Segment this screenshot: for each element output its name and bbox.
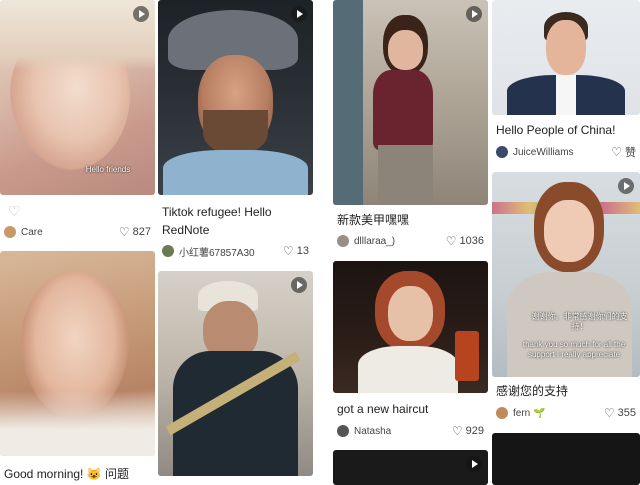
post-7-thumbnail[interactable] (333, 261, 488, 393)
post-2-like-count: 13 (296, 245, 309, 257)
post-5-title[interactable]: Good morning! 😺 问题 (4, 465, 151, 483)
avatar[interactable] (496, 407, 508, 419)
play-icon (466, 6, 482, 22)
post-1-username[interactable]: Care (21, 227, 119, 238)
post-3-like-count: 1036 (459, 235, 484, 247)
post-3-like-button[interactable]: ♡ 1036 (446, 234, 484, 248)
post-3-meta: dlllaraa_) ♡ 1036 (337, 233, 484, 249)
play-icon (618, 178, 634, 194)
post-7-like-button[interactable]: ♡ 929 (452, 424, 484, 438)
post-7-title[interactable]: got a new haircut (337, 400, 484, 418)
post-1-thumbnail[interactable]: Hello friends (0, 0, 155, 195)
post-7-meta: Natasha ♡ 929 (337, 423, 484, 439)
post-4-thumbnail[interactable] (492, 0, 640, 115)
feed-column-3: 新款美甲嘿嘿 dlllaraa_) ♡ 1036 got a new haircu… (333, 0, 488, 485)
post-1-overlay-caption: Hello friends (85, 165, 131, 174)
post-4-title[interactable]: Hello People of China! (496, 121, 636, 139)
heart-icon: ♡ (451, 424, 463, 438)
post-3-username[interactable]: dlllaraa_) (354, 236, 446, 247)
post-2-like-button[interactable]: ♡ 13 (283, 244, 309, 258)
post-4-username[interactable]: JuiceWilliams (513, 147, 611, 158)
post-1-like-button[interactable]: ♡ 827 (119, 225, 151, 239)
heart-icon: ♡ (603, 406, 615, 420)
play-icon (291, 277, 307, 293)
avatar[interactable] (496, 146, 508, 158)
post-4-meta: JuiceWilliams ♡ 赞 (496, 144, 636, 160)
post-9-thumbnail[interactable] (333, 450, 488, 485)
post-8-like-button[interactable]: ♡ 355 (604, 406, 636, 420)
post-7-username[interactable]: Natasha (354, 426, 452, 437)
post-8-overlay-caption-en: thank you so much for all the support I … (522, 340, 626, 359)
post-4-like-label: 赞 (625, 147, 636, 159)
avatar[interactable] (162, 245, 174, 257)
post-8-like-count: 355 (617, 407, 636, 419)
feed-column-4: Hello People of China! JuiceWilliams ♡ 赞 … (492, 0, 640, 485)
feed-column-1: Hello friends ♡ Care ♡ 827 Good morning! … (0, 0, 155, 485)
heart-icon: ♡ (445, 234, 457, 248)
play-icon (291, 6, 307, 22)
post-6-thumbnail[interactable] (158, 271, 313, 476)
post-3-title[interactable]: 新款美甲嘿嘿 (337, 211, 484, 229)
heart-icon: ♡ (118, 225, 130, 239)
post-3-thumbnail[interactable] (333, 0, 488, 205)
post-8-thumbnail[interactable]: 谢谢你。非常感谢你们的支持！ thank you so much for all… (492, 172, 640, 377)
post-7-like-count: 929 (465, 425, 484, 437)
feed-column-2: Tiktok refugee! Hello RedNote 小红薯67857A3… (158, 0, 313, 485)
post-5-thumbnail[interactable] (0, 251, 155, 456)
heart-icon: ♡ (611, 145, 622, 159)
avatar[interactable] (4, 226, 16, 238)
heart-icon: ♡ (282, 244, 294, 258)
post-4-like-button[interactable]: ♡ 赞 (611, 144, 636, 160)
post-8-username[interactable]: fern 🌱 (513, 408, 604, 419)
heart-icon[interactable]: ♡ (8, 203, 21, 220)
post-2-meta: 小红薯67857A30 ♡ 13 (162, 243, 309, 259)
post-2-username[interactable]: 小红薯67857A30 (179, 244, 283, 259)
post-10-thumbnail[interactable] (492, 433, 640, 485)
post-8-overlay-caption-cn: 谢谢你。非常感谢你们的支持！ (531, 312, 628, 331)
post-2-thumbnail[interactable] (158, 0, 313, 195)
play-icon (466, 456, 482, 472)
post-8-title[interactable]: 感谢您的支持 (496, 382, 636, 400)
avatar[interactable] (337, 235, 349, 247)
avatar[interactable] (337, 425, 349, 437)
play-icon (133, 6, 149, 22)
post-8-meta: fern 🌱 ♡ 355 (496, 405, 636, 421)
post-1-meta: Care ♡ 827 (4, 224, 151, 240)
post-1-like-count: 827 (132, 226, 151, 238)
post-2-title[interactable]: Tiktok refugee! Hello RedNote (162, 203, 309, 239)
